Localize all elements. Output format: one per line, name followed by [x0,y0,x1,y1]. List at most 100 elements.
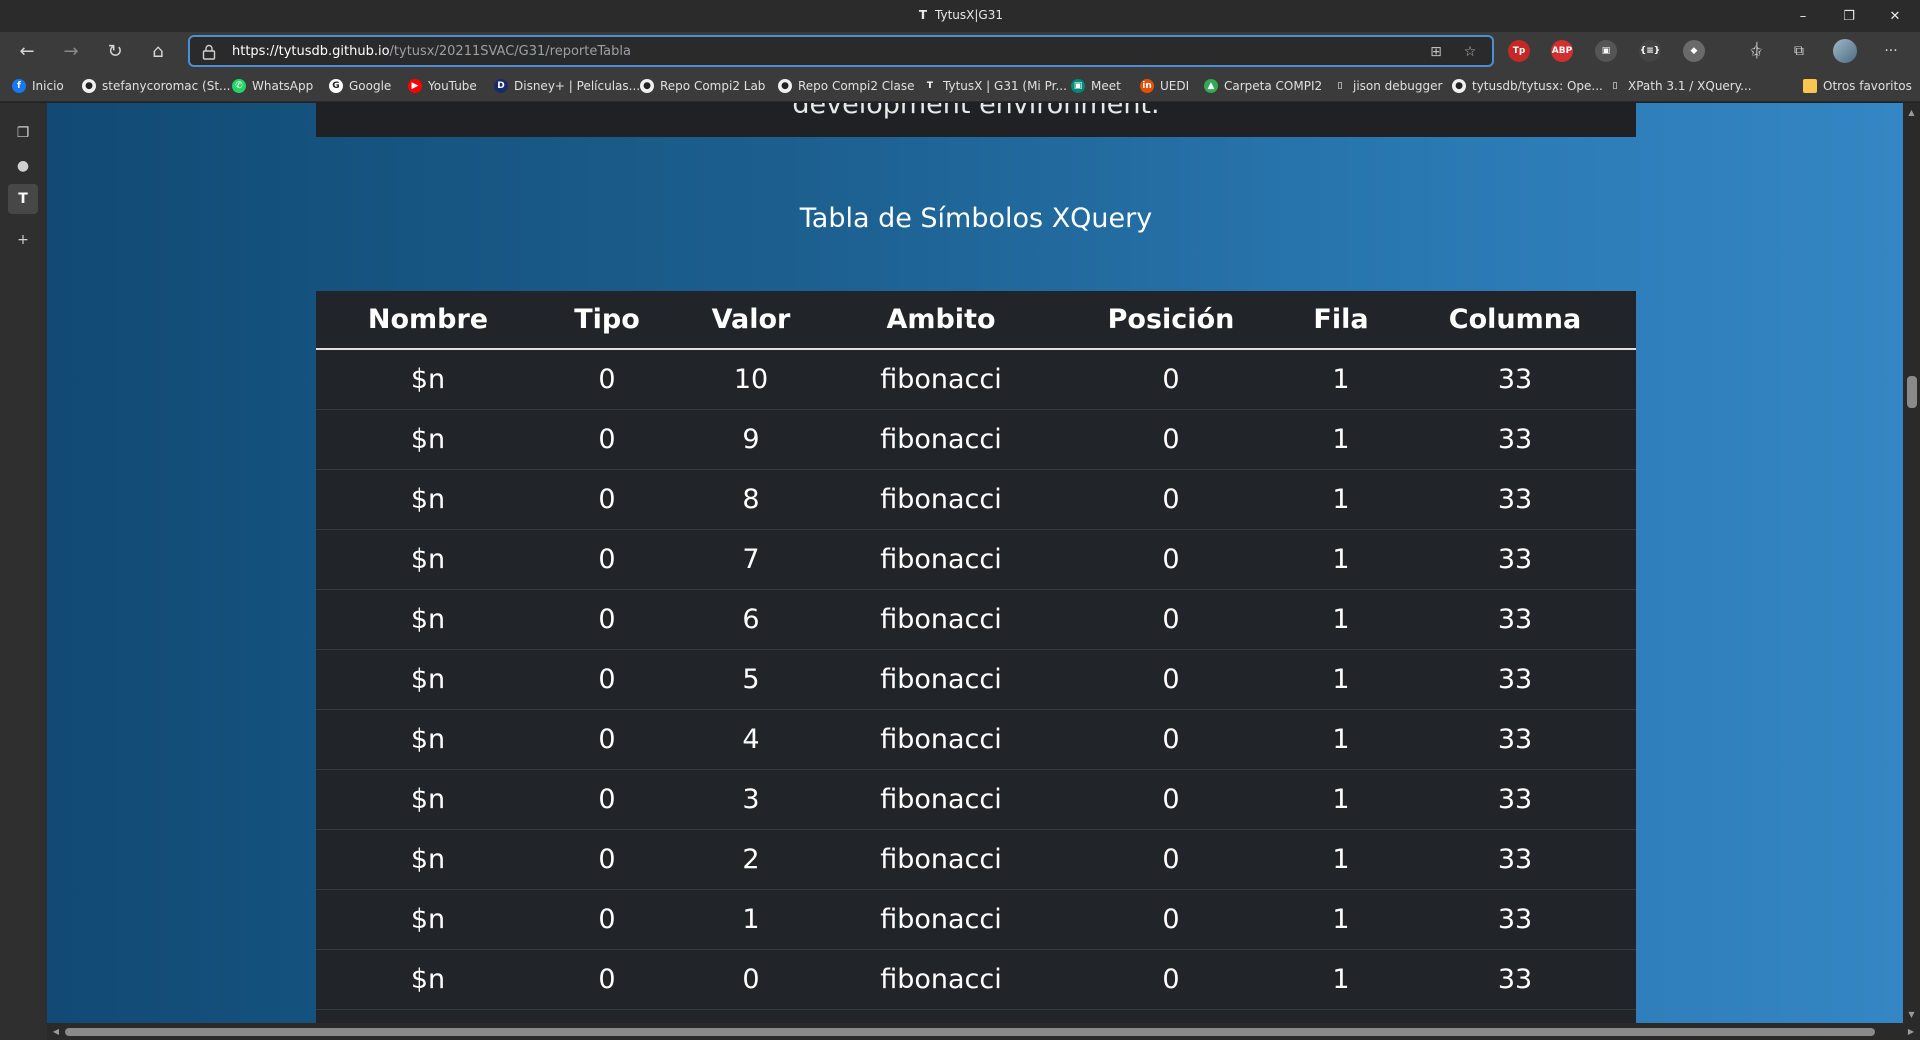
bookmark-favicon-icon: ● [82,79,96,93]
table-cell: 33 [1497,604,1533,635]
table-cell: 5 [742,664,760,695]
table-row: $n 0 2 fibonacci 0 1 33 [316,830,1636,890]
bookmark-item[interactable]: ● tytusdb/tytusx: Ope... [1452,77,1603,95]
adblock-plus-extension-icon[interactable]: ABP [1551,40,1573,62]
scroll-down-icon[interactable]: ▼ [1903,1007,1920,1021]
address-bar[interactable]: https://tytusdb.github.io/tytusx/20211SV… [188,35,1494,67]
table-cell: 1 [1332,724,1350,755]
avatar [1833,39,1857,63]
profile-avatar[interactable] [1830,36,1860,66]
bookmark-item[interactable]: ▶ YouTube [408,77,477,95]
table-cell: 3 [742,784,760,815]
more-menu-button[interactable]: ··· [1876,36,1906,66]
table-cell: 0 [1162,964,1180,995]
hero-banner: development environment. [316,103,1636,137]
bookmark-favicon-icon: T [923,79,937,93]
bookmark-favicon-icon: ▯ [1608,79,1622,93]
add-favorite-icon[interactable]: ☆ [1460,42,1480,62]
bookmark-label: Carpeta COMPI2 [1224,79,1323,93]
bookmark-favicon-icon: ▣ [1071,79,1085,93]
vertical-scrollbar[interactable]: ▲ ▼ [1903,103,1920,1023]
other-favorites-label: Otros favoritos [1823,79,1912,93]
table-cell: fibonacci [880,904,1002,935]
table-cell: 6 [742,604,760,635]
bookmark-item[interactable]: ● stefanycoromac (St... [82,77,230,95]
bookmark-item[interactable]: in UEDI [1140,77,1189,95]
bookmark-item[interactable]: ● Repo Compi2 Lab [640,77,765,95]
edge-sidebar: ❐ ● T + [0,103,47,1040]
bookmark-item[interactable]: f Inicio [12,77,64,95]
url-text[interactable]: https://tytusdb.github.io/tytusx/20211SV… [232,44,631,59]
scroll-up-icon[interactable]: ▲ [1903,105,1920,119]
sidebar-github-icon[interactable]: ● [8,151,38,181]
table-cell: $n [410,544,446,575]
reload-button[interactable]: ↻ [100,36,130,66]
sidebar-add-icon[interactable]: + [8,225,38,255]
table-row: $n 0 7 fibonacci 0 1 33 [316,530,1636,590]
table-cell: fibonacci [880,844,1002,875]
bookmark-favicon-icon: ● [640,79,654,93]
table-cell: fibonacci [880,604,1002,635]
bookmark-label: Repo Compi2 Lab [660,79,766,93]
extension-3-extension-icon[interactable]: ▣ [1595,40,1617,62]
table-cell: 1 [1332,364,1350,395]
json-viewer-extension-icon[interactable]: {≡} [1639,40,1661,62]
bookmark-item[interactable]: G Google [329,77,391,95]
back-button[interactable]: ← [12,36,42,66]
table-cell: fibonacci [880,544,1002,575]
bookmark-item[interactable]: D Disney+ | Películas... [494,77,640,95]
scroll-right-icon[interactable]: ▶ [1904,1023,1918,1040]
column-header: Fila [1313,304,1369,335]
bookmark-favicon-icon: ▶ [408,79,422,93]
table-cell: 33 [1497,544,1533,575]
table-cell: 1 [1332,604,1350,635]
bookmark-item[interactable]: ✆ WhatsApp [232,77,313,95]
sidebar-tytusx-icon[interactable]: T [8,184,38,214]
bookmark-item[interactable]: ▲ Carpeta COMPI2 [1204,77,1322,95]
table-cell: 1 [1332,664,1350,695]
table-cell: 0 [1162,544,1180,575]
sidebar-tabs-icon[interactable]: ❐ [8,118,38,148]
close-button[interactable]: ✕ [1872,0,1918,32]
table-cell: 33 [1497,784,1533,815]
horizontal-scrollbar[interactable]: ◀ ▶ [47,1023,1920,1040]
bookmark-label: Repo Compi2 Clase [798,79,915,93]
favorites-icon[interactable]: ✩ [1741,36,1771,66]
table-row: $n 0 5 fibonacci 0 1 33 [316,650,1636,710]
table-cell: 33 [1497,964,1533,995]
table-cell: $n [410,844,446,875]
bookmark-item[interactable]: ▣ Meet [1071,77,1121,95]
table-cell: 33 [1497,904,1533,935]
collections-icon[interactable]: ⧉ [1784,36,1814,66]
restore-button[interactable]: ❐ [1826,0,1872,32]
forward-button[interactable]: → [56,36,86,66]
bookmark-favicon-icon: ✆ [232,79,246,93]
table-cell: 1 [1332,484,1350,515]
table-cell: $n [410,964,446,995]
bookmark-favicon-icon: in [1140,79,1154,93]
tp-extension-icon[interactable]: Tp [1508,40,1530,62]
bookmark-item[interactable]: T TytusX | G31 (Mi Pr... [923,77,1067,95]
scroll-left-icon[interactable]: ◀ [49,1023,63,1040]
horizontal-scroll-thumb[interactable] [65,1028,1875,1036]
minimize-button[interactable]: – [1780,0,1826,32]
other-favorites[interactable]: Otros favoritos [1803,77,1912,95]
table-cell: 33 [1497,484,1533,515]
bookmark-item[interactable]: ▯ jison debugger [1333,77,1442,95]
home-button[interactable]: ⌂ [143,36,173,66]
table-cell: fibonacci [880,784,1002,815]
bookmark-label: XPath 3.1 / XQuery... [1628,79,1752,93]
extension-5-extension-icon[interactable]: ◆ [1683,40,1705,62]
column-header: Columna [1448,304,1582,335]
bookmark-item[interactable]: ▯ XPath 3.1 / XQuery... [1608,77,1752,95]
table-cell: 9 [742,424,760,455]
table-cell: 1 [742,904,760,935]
page-viewport: development environment. Tabla de Símbol… [47,103,1903,1023]
table-cell: $n [410,364,446,395]
table-cell: 0 [1162,604,1180,635]
app-available-icon[interactable]: ⊞ [1426,42,1446,62]
vertical-scroll-thumb[interactable] [1907,376,1917,408]
bookmark-item[interactable]: ● Repo Compi2 Clase [778,77,914,95]
lock-icon [202,44,216,60]
table-cell: 4 [742,724,760,755]
